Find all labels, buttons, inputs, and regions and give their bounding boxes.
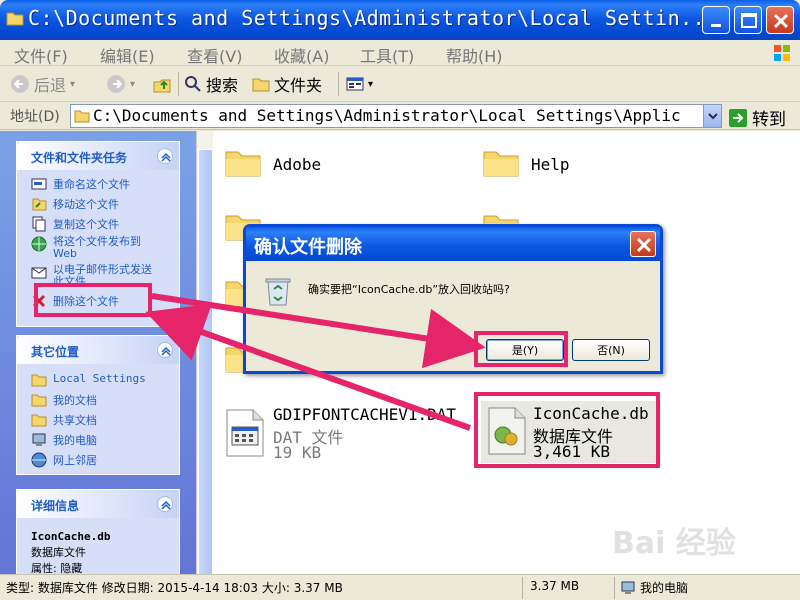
explorer-window: C:\Documents and Settings\Administrator\… — [0, 0, 800, 600]
status-location: 我的电脑 — [640, 581, 689, 595]
status-info: 类型: 数据库文件 修改日期: 2015-4-14 18:03 大小: 3.37… — [6, 581, 343, 595]
annotation-arrows — [145, 293, 486, 431]
computer-icon — [621, 581, 635, 594]
status-divider — [522, 577, 523, 599]
status-bar: 类型: 数据库文件 修改日期: 2015-4-14 18:03 大小: 3.37… — [0, 574, 800, 600]
watermark-logo: Bai 经验 — [612, 526, 736, 561]
status-divider — [614, 577, 615, 599]
status-size: 3.37 MB — [530, 579, 580, 593]
arrow-to-yes — [151, 293, 486, 369]
